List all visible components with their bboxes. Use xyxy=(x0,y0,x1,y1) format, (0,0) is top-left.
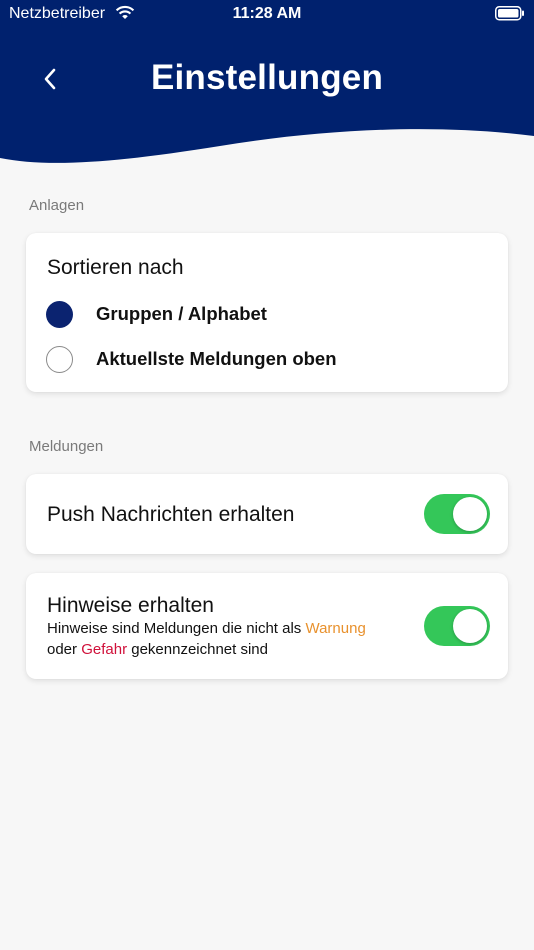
section-label-anlagen: Anlagen xyxy=(29,197,85,214)
toggle-knob xyxy=(453,497,487,531)
push-title: Push Nachrichten erhalten xyxy=(47,503,295,526)
toggle-knob xyxy=(453,609,487,643)
hinweise-desc-text: Hinweise sind Meldungen die nicht als xyxy=(47,620,306,637)
hinweise-description: Hinweise sind Meldungen die nicht als Wa… xyxy=(47,618,417,660)
page-title: Einstellungen xyxy=(150,58,384,97)
hinweise-toggle[interactable] xyxy=(424,606,490,646)
sort-option-label: Gruppen / Alphabet xyxy=(96,303,267,324)
hinweise-desc-text: oder xyxy=(47,641,82,658)
sort-card: Sortieren nach Gruppen / Alphabet Aktuel… xyxy=(26,233,508,392)
status-bar: Netzbetreiber 11:28 AM xyxy=(0,0,534,28)
status-time: 11:28 AM xyxy=(232,5,302,22)
hinweise-title: Hinweise erhalten xyxy=(47,594,214,617)
hinweise-card: Hinweise erhalten Hinweise sind Meldunge… xyxy=(26,573,508,679)
gefahr-label: Gefahr xyxy=(81,641,128,658)
radio-selected-icon[interactable] xyxy=(46,300,73,328)
sort-card-title: Sortieren nach xyxy=(47,256,184,279)
sort-option-latest[interactable]: Aktuellste Meldungen oben xyxy=(46,344,486,374)
radio-unselected-icon[interactable] xyxy=(46,345,73,373)
warnung-label: Warnung xyxy=(305,620,366,637)
push-toggle[interactable] xyxy=(424,494,490,534)
battery-icon xyxy=(495,6,524,21)
section-label-meldungen: Meldungen xyxy=(29,438,104,455)
sort-option-label: Aktuellste Meldungen oben xyxy=(96,348,337,369)
hinweise-desc-text: gekennzeichnet sind xyxy=(127,641,268,658)
header: Netzbetreiber 11:28 AM Einstellungen xyxy=(0,0,534,170)
sort-option-groups[interactable]: Gruppen / Alphabet xyxy=(46,299,486,329)
push-card: Push Nachrichten erhalten xyxy=(26,474,508,554)
